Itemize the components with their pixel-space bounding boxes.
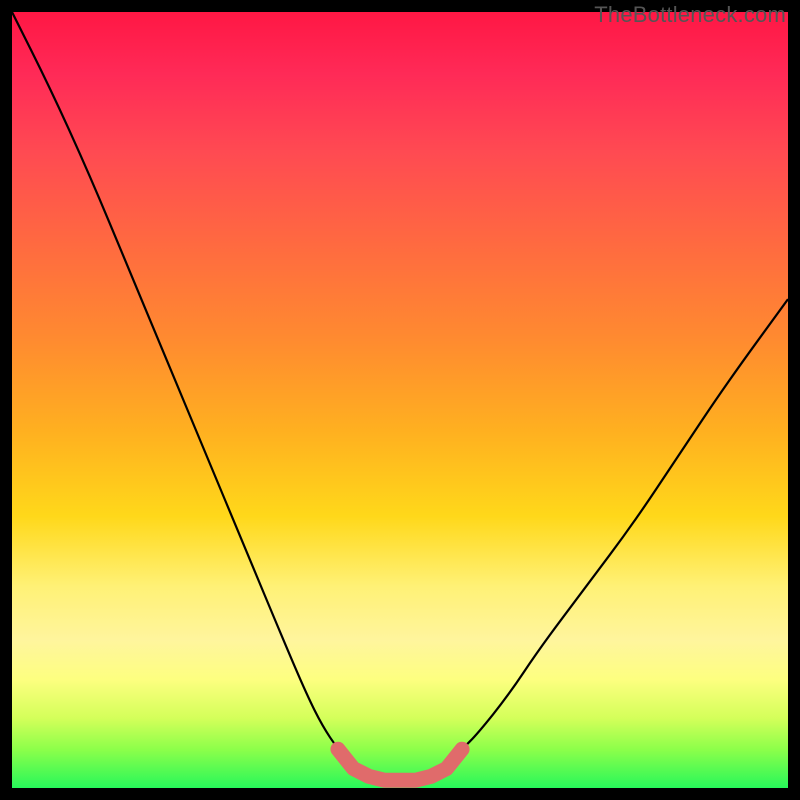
curve-left — [12, 12, 369, 772]
chart-frame: TheBottleneck.com — [0, 0, 800, 800]
curve-group — [12, 12, 788, 780]
trough-highlight — [338, 749, 462, 780]
chart-svg — [12, 12, 788, 788]
chart-plot-area — [12, 12, 788, 788]
curve-right — [431, 299, 788, 772]
watermark-text: TheBottleneck.com — [594, 2, 786, 28]
